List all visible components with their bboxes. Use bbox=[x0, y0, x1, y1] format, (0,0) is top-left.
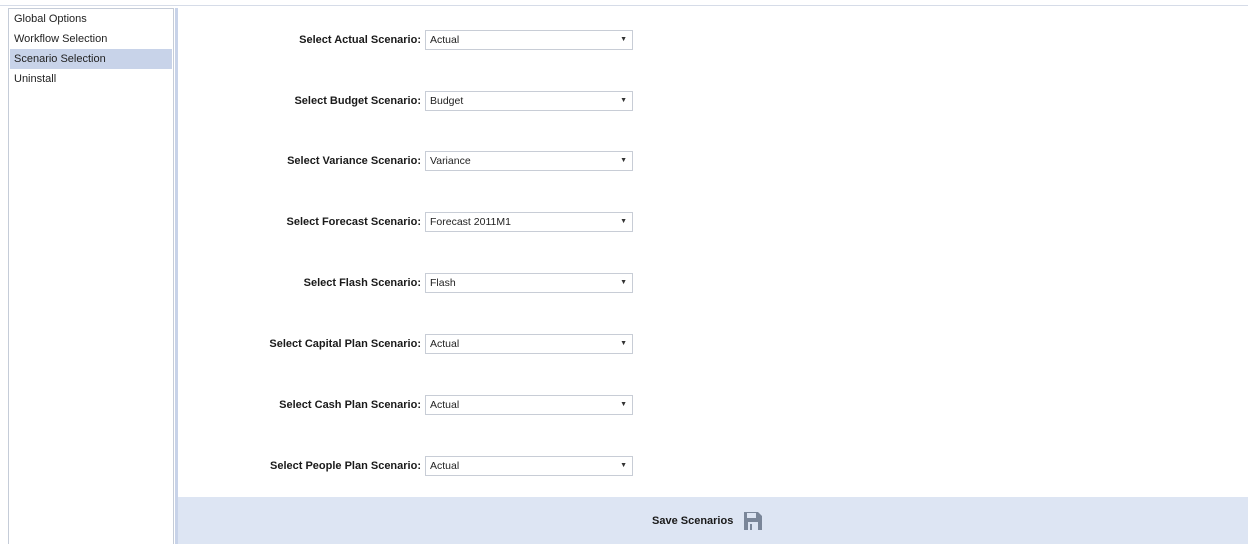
form-row-actual: Select Actual Scenario: Actual ▼ bbox=[178, 30, 878, 50]
actual-scenario-value: Actual bbox=[430, 34, 460, 46]
forecast-scenario-label: Select Forecast Scenario: bbox=[286, 216, 421, 228]
cash-plan-scenario-select[interactable]: Actual ▼ bbox=[425, 395, 633, 415]
flash-scenario-value: Flash bbox=[430, 277, 456, 289]
dropdown-arrow-icon: ▼ bbox=[620, 279, 627, 286]
form-row-flash: Select Flash Scenario: Flash ▼ bbox=[178, 273, 878, 293]
dropdown-arrow-icon: ▼ bbox=[620, 157, 627, 164]
dropdown-arrow-icon: ▼ bbox=[620, 218, 627, 225]
actual-scenario-select[interactable]: Actual ▼ bbox=[425, 30, 633, 50]
form-row-capital-plan: Select Capital Plan Scenario: Actual ▼ bbox=[178, 334, 878, 354]
capital-plan-scenario-select[interactable]: Actual ▼ bbox=[425, 334, 633, 354]
form-row-forecast: Select Forecast Scenario: Forecast 2011M… bbox=[178, 212, 878, 232]
forecast-scenario-value: Forecast 2011M1 bbox=[430, 216, 511, 228]
people-plan-scenario-value: Actual bbox=[430, 460, 460, 472]
form-row-variance: Select Variance Scenario: Variance ▼ bbox=[178, 151, 878, 171]
form-row-cash-plan: Select Cash Plan Scenario: Actual ▼ bbox=[178, 395, 878, 415]
sidebar-nav: Global Options Workflow Selection Scenar… bbox=[8, 8, 174, 544]
people-plan-scenario-select[interactable]: Actual ▼ bbox=[425, 456, 633, 476]
footer-bar: Save Scenarios bbox=[178, 497, 1248, 544]
budget-scenario-label: Select Budget Scenario: bbox=[294, 95, 421, 107]
scenario-form: Select Actual Scenario: Actual ▼ Select … bbox=[178, 8, 1248, 544]
dropdown-arrow-icon: ▼ bbox=[620, 36, 627, 43]
budget-scenario-value: Budget bbox=[430, 95, 464, 107]
dropdown-arrow-icon: ▼ bbox=[620, 97, 627, 104]
sidebar-item-scenario-selection[interactable]: Scenario Selection bbox=[10, 49, 172, 69]
cash-plan-scenario-value: Actual bbox=[430, 399, 460, 411]
form-row-budget: Select Budget Scenario: Budget ▼ bbox=[178, 91, 878, 111]
actual-scenario-label: Select Actual Scenario: bbox=[299, 34, 421, 46]
forecast-scenario-select[interactable]: Forecast 2011M1 ▼ bbox=[425, 212, 633, 232]
flash-scenario-select[interactable]: Flash ▼ bbox=[425, 273, 633, 293]
capital-plan-scenario-value: Actual bbox=[430, 338, 460, 350]
variance-scenario-label: Select Variance Scenario: bbox=[287, 155, 421, 167]
budget-scenario-select[interactable]: Budget ▼ bbox=[425, 91, 633, 111]
form-row-people-plan: Select People Plan Scenario: Actual ▼ bbox=[178, 456, 878, 476]
floppy-disk-icon bbox=[743, 511, 763, 531]
top-border bbox=[0, 0, 1248, 6]
save-scenarios-button[interactable]: Save Scenarios bbox=[652, 509, 763, 533]
variance-scenario-value: Variance bbox=[430, 155, 471, 167]
sidebar-item-global-options[interactable]: Global Options bbox=[10, 9, 172, 29]
cash-plan-scenario-label: Select Cash Plan Scenario: bbox=[279, 399, 421, 411]
save-scenarios-label: Save Scenarios bbox=[652, 515, 734, 527]
dropdown-arrow-icon: ▼ bbox=[620, 340, 627, 347]
dropdown-arrow-icon: ▼ bbox=[620, 401, 627, 408]
flash-scenario-label: Select Flash Scenario: bbox=[303, 277, 421, 289]
sidebar-item-workflow-selection[interactable]: Workflow Selection bbox=[10, 29, 172, 49]
capital-plan-scenario-label: Select Capital Plan Scenario: bbox=[269, 338, 421, 350]
sidebar-item-uninstall[interactable]: Uninstall bbox=[10, 69, 172, 89]
variance-scenario-select[interactable]: Variance ▼ bbox=[425, 151, 633, 171]
dropdown-arrow-icon: ▼ bbox=[620, 462, 627, 469]
people-plan-scenario-label: Select People Plan Scenario: bbox=[269, 460, 421, 472]
